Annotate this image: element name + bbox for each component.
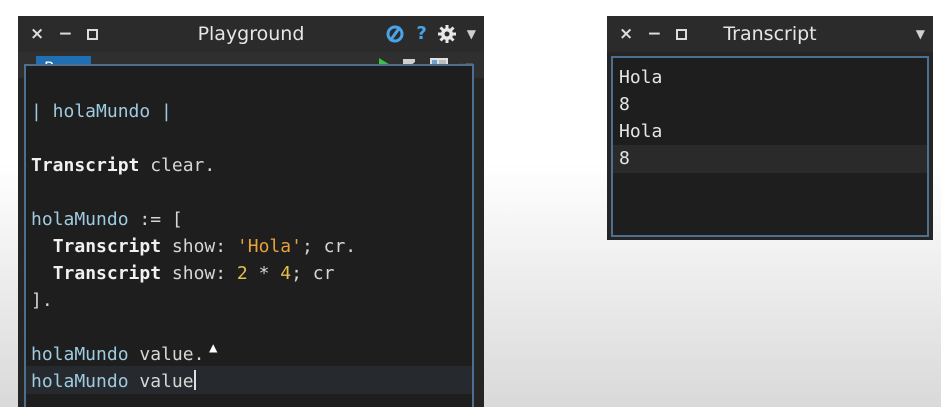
maximize-icon[interactable] [675, 28, 687, 40]
code-line-5: holaMundo := [ [31, 209, 183, 230]
transcript-titlebar: Transcript × − ▼ [607, 16, 933, 52]
playground-titlebar: Playground × − ? ▼ [18, 16, 484, 52]
close-icon[interactable]: × [30, 16, 44, 52]
sync-icon[interactable] [384, 23, 406, 45]
title-toolbar: ? ▼ [384, 16, 476, 52]
code-line-6: Transcript show: 'Hola'; cr. [52, 236, 357, 257]
transcript-output[interactable]: Hola 8 Hola 8 [611, 56, 929, 237]
minimize-icon[interactable]: − [647, 16, 661, 52]
gear-icon[interactable] [437, 24, 457, 44]
code-line-3: Transcript clear. [31, 155, 216, 176]
code-line-1: | holaMundo | [31, 101, 172, 122]
transcript-window: Transcript × − ▼ Hola 8 Hola 8 [607, 16, 933, 240]
close-icon[interactable]: × [619, 16, 633, 52]
transcript-window-controls: × − [619, 16, 687, 52]
code-line-7: Transcript show: 2 * 4; cr [52, 263, 335, 284]
code-line-11: holaMundo value [31, 370, 196, 392]
help-icon[interactable]: ? [416, 16, 426, 52]
mouse-pointer-icon: ▲ [209, 340, 218, 356]
chevron-down-icon[interactable]: ▼ [467, 16, 476, 52]
transcript-line-4: 8 [619, 148, 630, 169]
transcript-line-2: 8 [619, 94, 630, 115]
chevron-down-icon[interactable]: ▼ [916, 16, 925, 52]
window-controls: × − [30, 16, 98, 52]
code-line-10: holaMundo value. [31, 344, 205, 365]
minimize-icon[interactable]: − [58, 16, 72, 52]
transcript-line-1: Hola [619, 67, 663, 88]
maximize-icon[interactable] [86, 28, 98, 40]
transcript-line-highlight [613, 145, 927, 173]
text-cursor [193, 370, 196, 390]
transcript-title-tools: ▼ [916, 16, 925, 52]
code-editor[interactable]: | holaMundo | Transcript clear. holaMund… [24, 64, 474, 407]
code-line-8: ]. [31, 290, 53, 311]
transcript-line-3: Hola [619, 121, 663, 142]
